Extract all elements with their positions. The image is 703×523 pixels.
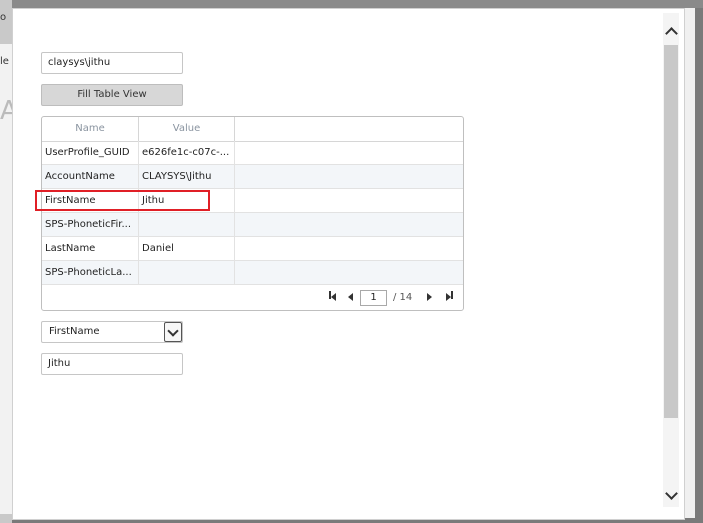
cell-name: AccountName <box>42 165 139 188</box>
highlight-box <box>35 190 210 211</box>
cell-name: SPS-PhoneticFir... <box>42 213 139 236</box>
cell-value: e626fe1c-c07c-... <box>139 141 235 164</box>
table-row[interactable]: SPS-PhoneticFir... <box>42 213 463 237</box>
table-row[interactable]: AccountName CLAYSYS\Jithu <box>42 165 463 189</box>
cell-value <box>139 261 235 284</box>
cell-value: CLAYSYS\Jithu <box>139 165 235 188</box>
table-row[interactable]: SPS-PhoneticLa... <box>42 261 463 285</box>
scroll-down-icon[interactable] <box>663 486 679 502</box>
cell-name: UserProfile_GUID <box>42 141 139 164</box>
scroll-up-icon[interactable] <box>663 24 679 40</box>
cell-empty <box>235 165 463 188</box>
column-header-value[interactable]: Value <box>139 117 235 141</box>
dialog-window: claysys\jithu Fill Table View Name Value… <box>12 8 685 520</box>
cell-empty <box>235 261 463 284</box>
background-text-fragment: le <box>0 56 9 67</box>
cell-empty <box>235 213 463 236</box>
column-header-empty <box>235 117 463 141</box>
previous-page-icon[interactable] <box>348 291 358 305</box>
grid-header: Name Value <box>42 117 463 142</box>
table-row[interactable]: UserProfile_GUID e626fe1c-c07c-... <box>42 141 463 165</box>
property-select-value: FirstName <box>49 326 100 337</box>
next-page-icon[interactable] <box>427 291 437 305</box>
first-page-icon[interactable] <box>329 291 339 305</box>
cell-name: LastName <box>42 237 139 260</box>
user-account-input[interactable]: claysys\jithu <box>41 52 183 74</box>
table-row[interactable]: LastName Daniel <box>42 237 463 261</box>
fill-table-view-button[interactable]: Fill Table View <box>41 84 183 106</box>
data-grid: Name Value UserProfile_GUID e626fe1c-c07… <box>41 116 464 311</box>
cell-value <box>139 213 235 236</box>
column-header-name[interactable]: Name <box>42 117 139 141</box>
property-select[interactable]: FirstName <box>41 321 183 343</box>
last-page-icon[interactable] <box>446 291 456 305</box>
cell-empty <box>235 189 463 212</box>
page-number-input[interactable]: 1 <box>360 290 387 306</box>
background-text-fragment: o <box>0 12 7 23</box>
page-total-label: / 14 <box>393 292 413 303</box>
cell-empty <box>235 237 463 260</box>
cell-empty <box>235 141 463 164</box>
result-input[interactable]: Jithu <box>41 353 183 375</box>
background-top-strip <box>0 0 703 8</box>
cell-value: Daniel <box>139 237 235 260</box>
chevron-down-icon[interactable] <box>164 322 182 342</box>
scrollbar-thumb[interactable] <box>664 45 678 418</box>
grid-pager: 1 / 14 <box>42 285 463 310</box>
cell-name: SPS-PhoneticLa... <box>42 261 139 284</box>
